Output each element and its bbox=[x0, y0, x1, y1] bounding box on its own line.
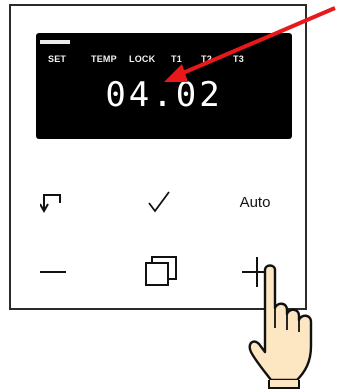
auto-button[interactable]: Auto bbox=[225, 186, 285, 218]
copy-squares-icon bbox=[144, 255, 178, 289]
return-arrow-icon bbox=[40, 191, 66, 213]
minus-icon bbox=[40, 270, 66, 274]
back-button[interactable] bbox=[35, 186, 71, 218]
checkmark-icon bbox=[146, 190, 172, 214]
pointing-hand-icon bbox=[248, 264, 313, 389]
minus-button[interactable] bbox=[35, 256, 71, 288]
copy-button[interactable] bbox=[141, 252, 181, 292]
confirm-button[interactable] bbox=[141, 186, 177, 218]
red-arrow-icon bbox=[164, 6, 336, 82]
auto-button-label: Auto bbox=[239, 193, 271, 211]
